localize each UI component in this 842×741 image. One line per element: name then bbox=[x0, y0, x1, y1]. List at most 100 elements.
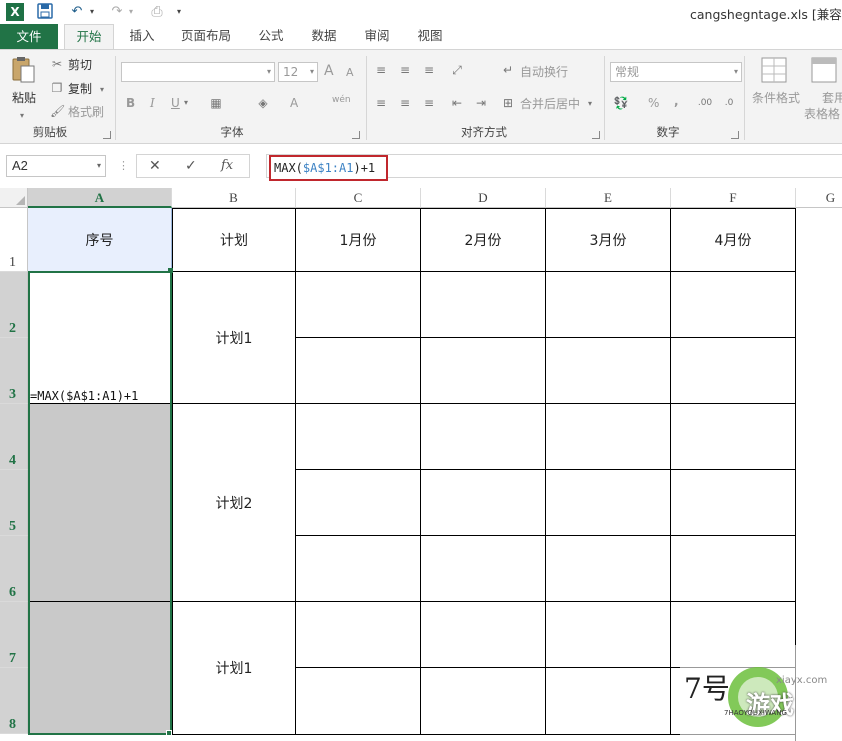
column-header-d[interactable]: D bbox=[421, 188, 546, 208]
fill-handle[interactable] bbox=[166, 730, 172, 736]
paste-button[interactable]: 粘贴 bbox=[12, 90, 36, 106]
increase-indent-icon[interactable]: ⇥ bbox=[472, 95, 490, 111]
row-header-7[interactable]: 7 bbox=[0, 602, 28, 668]
underline-dropdown-icon[interactable]: ▾ bbox=[184, 95, 188, 111]
formula-text[interactable]: MAX($A$1:A1)+1 bbox=[269, 155, 388, 181]
cell-f1[interactable]: 4月份 bbox=[671, 208, 796, 272]
enter-icon[interactable]: ✓ bbox=[185, 157, 197, 175]
cell-e6[interactable] bbox=[546, 536, 671, 602]
cut-button[interactable]: 剪切 bbox=[68, 57, 92, 73]
column-header-a[interactable]: A bbox=[28, 188, 172, 208]
cell-e4[interactable] bbox=[546, 404, 671, 470]
border-icon[interactable]: ▦ bbox=[208, 95, 224, 111]
name-box[interactable]: A2 ▾ bbox=[6, 155, 106, 177]
fill-color-icon[interactable]: ◈ bbox=[255, 95, 271, 111]
cell-d8[interactable] bbox=[421, 668, 546, 735]
tab-page-layout[interactable]: 页面布局 bbox=[176, 24, 236, 49]
print-preview-icon[interactable]: ⎙ bbox=[148, 3, 166, 21]
column-header-c[interactable]: C bbox=[296, 188, 421, 208]
align-left-icon[interactable]: ≡ bbox=[372, 95, 390, 111]
orientation-icon[interactable]: ⤢ bbox=[448, 62, 466, 78]
align-bottom-icon[interactable]: ≡ bbox=[420, 62, 438, 78]
redo-icon[interactable]: ↷ bbox=[108, 3, 126, 21]
tab-data[interactable]: 数据 bbox=[306, 24, 342, 49]
cut-icon[interactable]: ✂ bbox=[50, 56, 64, 72]
underline-button[interactable]: U bbox=[171, 95, 180, 111]
format-painter-icon[interactable]: 🖌 bbox=[50, 103, 65, 119]
cell-e1[interactable]: 3月份 bbox=[546, 208, 671, 272]
clipboard-launcher-icon[interactable] bbox=[103, 131, 111, 139]
align-right-icon[interactable]: ≡ bbox=[420, 95, 438, 111]
cell-d5[interactable] bbox=[421, 470, 546, 536]
wrap-text-icon[interactable]: ↵ bbox=[500, 62, 516, 78]
cell-b2-merged[interactable]: 计划1 bbox=[172, 272, 296, 404]
conditional-format-icon[interactable] bbox=[760, 56, 788, 84]
cell-b1[interactable]: 计划 bbox=[172, 208, 296, 272]
format-table-button-line2[interactable]: 表格格 bbox=[804, 106, 840, 122]
decrease-indent-icon[interactable]: ⇤ bbox=[448, 95, 466, 111]
cell-d6[interactable] bbox=[421, 536, 546, 602]
paste-dropdown-icon[interactable]: ▾ bbox=[20, 108, 24, 124]
tab-home[interactable]: 开始 bbox=[64, 24, 114, 49]
name-box-dropdown-icon[interactable]: ▾ bbox=[97, 156, 101, 176]
undo-dropdown-icon[interactable]: ▾ bbox=[88, 3, 96, 21]
font-color-button[interactable]: A bbox=[290, 95, 298, 111]
conditional-format-button[interactable]: 条件格式 bbox=[752, 90, 800, 106]
insert-function-icon[interactable]: fx bbox=[221, 157, 233, 175]
font-name-field[interactable]: ▾ bbox=[121, 62, 275, 82]
phonetic-button[interactable]: wén bbox=[332, 92, 351, 108]
row-header-4[interactable]: 4 bbox=[0, 404, 28, 470]
font-size-field[interactable]: 12 ▾ bbox=[278, 62, 318, 82]
comma-button[interactable]: , bbox=[674, 93, 679, 109]
cell-a1[interactable]: 序号 bbox=[28, 208, 172, 272]
cancel-icon[interactable]: ✕ bbox=[149, 157, 161, 175]
number-format-field[interactable]: 常规 ▾ bbox=[610, 62, 742, 82]
cell-d2[interactable] bbox=[421, 272, 546, 338]
format-as-table-icon[interactable] bbox=[810, 56, 838, 84]
cell-e7[interactable] bbox=[546, 602, 671, 668]
cell-c8[interactable] bbox=[296, 668, 421, 735]
undo-icon[interactable]: ↶ bbox=[68, 3, 86, 21]
row-header-2[interactable]: 2 bbox=[0, 272, 28, 338]
column-header-g[interactable]: G bbox=[796, 188, 842, 208]
row-header-3[interactable]: 3 bbox=[0, 338, 28, 404]
cell-c2[interactable] bbox=[296, 272, 421, 338]
cell-f5[interactable] bbox=[671, 470, 796, 536]
tab-insert[interactable]: 插入 bbox=[124, 24, 160, 49]
cell-d1[interactable]: 2月份 bbox=[421, 208, 546, 272]
grow-font-button[interactable]: A bbox=[324, 63, 334, 79]
copy-button[interactable]: 复制 bbox=[68, 81, 92, 97]
redo-dropdown-icon[interactable]: ▾ bbox=[127, 3, 135, 21]
align-center-icon[interactable]: ≡ bbox=[396, 95, 414, 111]
column-header-e[interactable]: E bbox=[546, 188, 671, 208]
wrap-text-button[interactable]: 自动换行 bbox=[520, 64, 568, 80]
number-launcher-icon[interactable] bbox=[731, 131, 739, 139]
cell-c1[interactable]: 1月份 bbox=[296, 208, 421, 272]
cell-b4-merged[interactable]: 计划2 bbox=[172, 404, 296, 602]
cell-c7[interactable] bbox=[296, 602, 421, 668]
formula-bar-handle[interactable]: ⋮ bbox=[118, 159, 129, 172]
percent-button[interactable]: % bbox=[648, 95, 659, 111]
bold-button[interactable]: B bbox=[126, 95, 135, 111]
cell-f3[interactable] bbox=[671, 338, 796, 404]
tab-review[interactable]: 审阅 bbox=[359, 24, 395, 49]
cell-d7[interactable] bbox=[421, 602, 546, 668]
paste-icon[interactable] bbox=[10, 56, 36, 83]
cell-c4[interactable] bbox=[296, 404, 421, 470]
alignment-launcher-icon[interactable] bbox=[592, 131, 600, 139]
merge-center-button[interactable]: 合并后居中 bbox=[520, 96, 580, 112]
customize-toolbar-icon[interactable]: ▾ bbox=[175, 3, 183, 21]
cell-d4[interactable] bbox=[421, 404, 546, 470]
row-header-5[interactable]: 5 bbox=[0, 470, 28, 536]
format-table-button-line1[interactable]: 套用 bbox=[822, 90, 842, 106]
cell-b7-merged[interactable]: 计划1 bbox=[172, 602, 296, 735]
save-icon[interactable] bbox=[36, 3, 54, 21]
column-header-b[interactable]: B bbox=[172, 188, 296, 208]
tab-formulas[interactable]: 公式 bbox=[253, 24, 289, 49]
row-header-1[interactable]: 1 bbox=[0, 208, 28, 272]
cell-d3[interactable] bbox=[421, 338, 546, 404]
cell-e2[interactable] bbox=[546, 272, 671, 338]
merge-dropdown-icon[interactable]: ▾ bbox=[588, 96, 592, 112]
spreadsheet-grid[interactable]: A B C D E F G 1 2 3 4 5 6 7 8 序号 计划 1月份 … bbox=[0, 188, 842, 741]
cell-a2-merged[interactable] bbox=[28, 272, 172, 404]
